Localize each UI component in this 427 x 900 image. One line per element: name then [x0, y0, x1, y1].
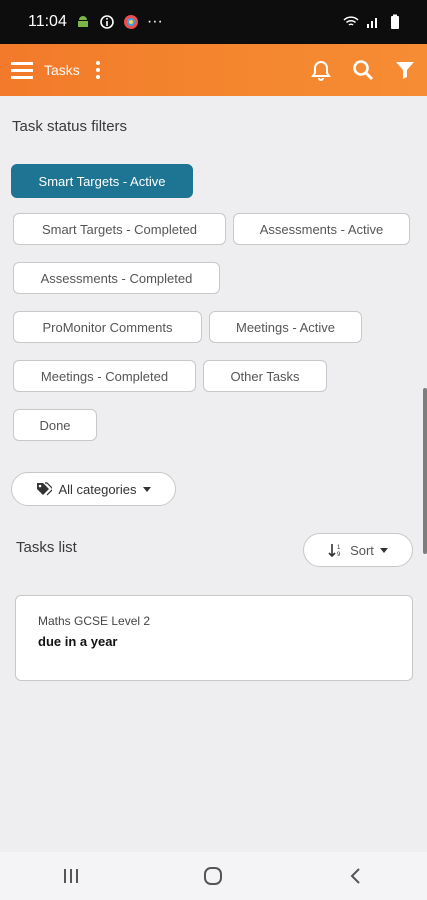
categories-dropdown[interactable]: All categories: [11, 472, 176, 506]
scrollbar[interactable]: [423, 388, 427, 554]
sort-icon: 19: [328, 544, 341, 558]
android-icon: [77, 16, 88, 27]
tags-icon: [37, 482, 53, 496]
search-icon[interactable]: [351, 58, 375, 82]
tasks-list-title: Tasks list: [16, 539, 77, 556]
filter-chip-assessments-active[interactable]: Assessments - Active: [233, 213, 410, 245]
filter-chip-other-tasks[interactable]: Other Tasks: [203, 360, 327, 392]
wifi-icon: [343, 16, 359, 26]
svg-text:1: 1: [337, 545, 341, 551]
filter-chip-promonitor-comments[interactable]: ProMonitor Comments: [13, 311, 202, 343]
chevron-down-icon: [379, 547, 388, 553]
filter-chip-assessments-completed[interactable]: Assessments - Completed: [13, 262, 220, 294]
back-icon[interactable]: [336, 861, 376, 891]
more-options-icon[interactable]: [95, 61, 100, 79]
task-due: due in a year: [38, 634, 118, 649]
svg-text:9: 9: [337, 552, 341, 558]
bell-icon[interactable]: [309, 58, 333, 82]
task-name: Maths GCSE Level 2: [38, 614, 151, 628]
categories-label: All categories: [58, 481, 137, 497]
info-icon: [100, 15, 114, 29]
filter-chip-meetings-completed[interactable]: Meetings - Completed: [13, 360, 196, 392]
task-card[interactable]: Maths GCSE Level 2 due in a year: [15, 595, 413, 681]
filter-icon[interactable]: [393, 58, 417, 82]
sort-label: Sort: [350, 542, 374, 558]
status-time: 11:04: [28, 13, 67, 30]
status-bar: 11:04 ···: [0, 0, 427, 44]
chevron-down-icon: [142, 486, 151, 492]
sort-button[interactable]: 19 Sort: [303, 533, 413, 567]
app-icon: [123, 15, 138, 29]
filters-title: Task status filters: [12, 118, 128, 135]
signal-icon: [367, 18, 377, 28]
page-title: Tasks: [44, 62, 80, 78]
filter-chip-meetings-active[interactable]: Meetings - Active: [209, 311, 362, 343]
app-bar: Tasks: [0, 44, 427, 96]
recent-apps-icon[interactable]: [51, 861, 91, 891]
home-icon[interactable]: [193, 861, 233, 891]
battery-icon: [391, 14, 399, 29]
filter-chip-smart-targets-completed[interactable]: Smart Targets - Completed: [13, 213, 226, 245]
filter-chip-smart-targets-active[interactable]: Smart Targets - Active: [11, 164, 193, 198]
more-notifications-icon: ···: [146, 13, 163, 30]
filter-chip-done[interactable]: Done: [13, 409, 97, 441]
system-nav-bar: [0, 852, 427, 900]
menu-icon[interactable]: [10, 58, 34, 82]
